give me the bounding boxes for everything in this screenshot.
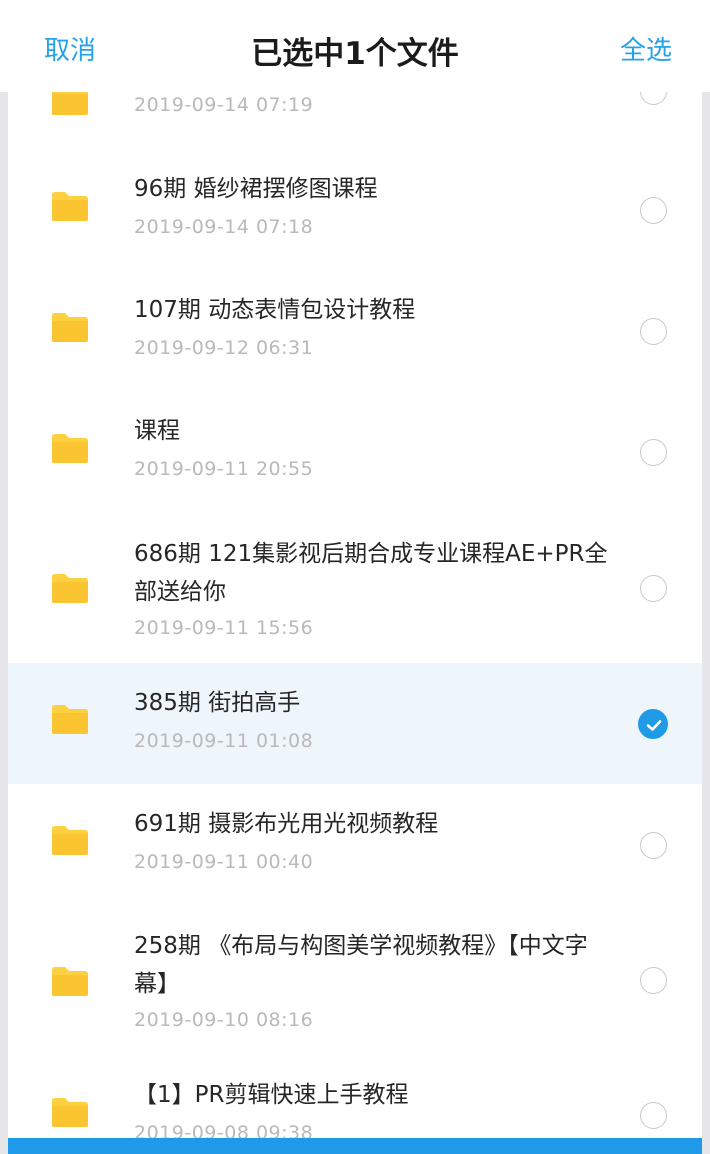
folder-icon — [50, 432, 90, 464]
file-row[interactable]: 258期 《布局与构图美学视频教程》【中文字幕】 2019-09-10 08:1… — [8, 905, 702, 1065]
folder-icon — [50, 311, 90, 343]
select-radio[interactable] — [640, 575, 667, 602]
checkmark-icon — [646, 720, 662, 731]
folder-icon — [50, 703, 90, 735]
file-name: 691期 摄影布光用光视频教程 — [134, 811, 439, 837]
bottom-action-bar[interactable] — [8, 1138, 702, 1154]
file-date: 2019-09-14 07:18 — [134, 216, 314, 238]
right-edge — [702, 0, 710, 1154]
file-row[interactable]: 686期 121集影视后期合成专业课程AE+PR全部送给你 2019-09-11… — [8, 503, 702, 663]
select-all-button[interactable]: 全选 — [620, 30, 672, 67]
select-radio[interactable] — [640, 967, 667, 994]
folder-icon — [50, 572, 90, 604]
file-date: 2019-09-11 00:40 — [134, 851, 314, 873]
selection-header: 取消 已选中1个文件 全选 — [0, 0, 710, 92]
file-row-selected[interactable]: 385期 街拍高手 2019-09-11 01:08 — [8, 663, 702, 784]
select-radio[interactable] — [640, 197, 667, 224]
folder-icon — [50, 824, 90, 856]
file-date: 2019-09-11 20:55 — [134, 458, 314, 480]
file-name: 686期 121集影视后期合成专业课程AE+PR全部送给你 — [134, 541, 608, 605]
file-name: 107期 动态表情包设计教程 — [134, 297, 416, 323]
select-radio-checked[interactable] — [638, 709, 668, 739]
file-date: 2019-09-12 06:31 — [134, 337, 314, 359]
file-list[interactable]: 2019-09-14 07:19 96期 婚纱裙摆修图课程 2019-09-14… — [8, 0, 702, 1154]
file-date: 2019-09-14 07:19 — [134, 94, 314, 116]
file-date: 2019-09-10 08:16 — [134, 1009, 314, 1031]
folder-icon — [50, 190, 90, 222]
file-name: 258期 《布局与构图美学视频教程》【中文字幕】 — [134, 933, 588, 997]
page-title: 已选中1个文件 — [251, 36, 459, 72]
file-row[interactable]: 96期 婚纱裙摆修图课程 2019-09-14 07:18 — [8, 140, 702, 261]
file-name: 课程 — [134, 418, 180, 444]
file-date: 2019-09-11 15:56 — [134, 617, 314, 639]
file-row[interactable]: 107期 动态表情包设计教程 2019-09-12 06:31 — [8, 261, 702, 382]
select-radio[interactable] — [640, 439, 667, 466]
select-radio[interactable] — [640, 832, 667, 859]
folder-icon — [50, 965, 90, 997]
file-row[interactable]: 课程 2019-09-11 20:55 — [8, 382, 702, 503]
file-name: 【1】PR剪辑快速上手教程 — [134, 1082, 409, 1108]
folder-icon — [50, 1096, 90, 1128]
file-name: 385期 街拍高手 — [134, 690, 301, 716]
select-radio[interactable] — [640, 1102, 667, 1129]
file-row[interactable]: 691期 摄影布光用光视频教程 2019-09-11 00:40 — [8, 784, 702, 905]
select-radio[interactable] — [640, 318, 667, 345]
left-edge — [0, 0, 8, 1154]
file-date: 2019-09-11 01:08 — [134, 730, 314, 752]
file-name: 96期 婚纱裙摆修图课程 — [134, 176, 378, 202]
